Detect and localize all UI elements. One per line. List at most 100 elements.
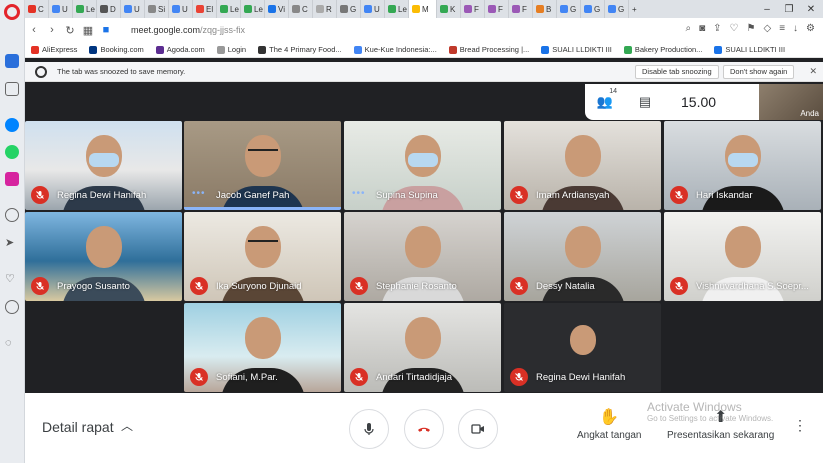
browser-tab[interactable]: U [361, 0, 385, 18]
participant-tile[interactable]: ••• Supina Supina [344, 121, 501, 210]
active-speaker-border [184, 207, 341, 210]
browser-tab[interactable]: K [437, 0, 461, 18]
bookmark-favicon-icon [216, 45, 225, 54]
send-icon[interactable]: ➤ [5, 236, 19, 250]
history-icon[interactable] [5, 300, 19, 314]
new-tab-button[interactable]: + [629, 0, 653, 18]
meeting-details-label[interactable]: Detail rapat [42, 419, 114, 435]
speed-dial-icon[interactable]: ▦ [79, 24, 97, 37]
bookmark-item[interactable]: Bread Processing |... [443, 45, 535, 54]
bookmark-item[interactable]: Kue-Kue Indonesia:... [348, 45, 443, 54]
participant-tile[interactable]: Hari Iskandar [664, 121, 821, 210]
more-options-icon[interactable]: ⋮ [793, 417, 807, 434]
browser-tab[interactable]: U [49, 0, 73, 18]
browser-tab[interactable]: Le [385, 0, 409, 18]
participant-video [244, 226, 281, 268]
browser-tab[interactable]: Si [145, 0, 169, 18]
download-icon[interactable]: ↓ [793, 23, 798, 34]
browser-tab[interactable]: F [509, 0, 533, 18]
messenger-icon[interactable] [5, 118, 19, 132]
raise-hand-button[interactable]: ✋ Angkat tangan [577, 407, 642, 441]
back-icon[interactable]: ‹ [25, 24, 43, 36]
browser-tab[interactable]: C [289, 0, 313, 18]
participant-tile[interactable]: Imam Ardiansyah [504, 121, 661, 210]
tab-favicon-icon [560, 5, 568, 13]
bookmark-favicon-icon [714, 45, 723, 54]
bookmark-label: AliExpress [42, 45, 78, 54]
browser-tab[interactable]: F [461, 0, 485, 18]
browser-tab[interactable]: Vi [265, 0, 289, 18]
bookmark-item[interactable]: Booking.com [83, 45, 149, 54]
home-icon[interactable] [5, 54, 19, 68]
bookmark-item[interactable]: Bakery Production... [618, 45, 709, 54]
opera-logo-icon[interactable] [4, 4, 20, 20]
participant-tile[interactable]: Andari Tirtadidjaja [344, 303, 501, 392]
browser-tab[interactable]: G [581, 0, 605, 18]
forward-icon[interactable]: › [43, 24, 61, 36]
participant-tile[interactable]: Regina Dewi Hanifah [25, 121, 182, 210]
browser-tab[interactable]: D [97, 0, 121, 18]
vpn-icon[interactable]: ⚑ [747, 23, 756, 34]
instagram-icon[interactable] [5, 172, 19, 186]
tab-favicon-icon [412, 5, 420, 13]
share-icon[interactable]: ⇪ [713, 23, 721, 34]
browser-tab[interactable]: Le [241, 0, 265, 18]
participant-tile[interactable]: Dessy Natalia [504, 212, 661, 301]
snapshot-icon[interactable]: ◙ [699, 23, 705, 34]
self-label: Anda [800, 109, 819, 118]
bookmark-item[interactable]: The 4 Primary Food... [252, 45, 348, 54]
participant-tile[interactable]: Vishnuvardhana S.Soepr... [664, 212, 821, 301]
player-icon[interactable] [5, 208, 19, 222]
dont-show-again-button[interactable]: Don't show again [723, 65, 795, 79]
disable-snoozing-button[interactable]: Disable tab snoozing [635, 65, 719, 79]
browser-tab[interactable]: U [169, 0, 193, 18]
heart-icon[interactable]: ♡ [730, 23, 739, 34]
browser-tab[interactable]: B [533, 0, 557, 18]
bookmark-item[interactable]: Login [211, 45, 252, 54]
close-icon[interactable]: ✕ [809, 66, 817, 77]
bookmark-item[interactable]: Agoda.com [150, 45, 211, 54]
bookmark-item[interactable]: SUALI LLDIKTI III [708, 45, 791, 54]
participant-tile[interactable]: Regina Dewi Hanifah [504, 303, 661, 392]
heart-icon[interactable]: ♡ [5, 272, 19, 286]
browser-tab[interactable]: Le [217, 0, 241, 18]
cube-icon[interactable]: ◇ [763, 23, 771, 34]
participant-tile[interactable]: Ika Suryono Djunaid [184, 212, 341, 301]
close-icon[interactable]: ✕ [800, 0, 822, 18]
search-icon[interactable]: ⌕ [686, 23, 692, 34]
browser-tab[interactable]: G [557, 0, 581, 18]
participant-tile[interactable]: ••• Jacob Ganef Pah [184, 121, 341, 210]
chat-icon[interactable]: ▤ [625, 94, 665, 110]
settings-icon[interactable]: ⚙ [806, 23, 815, 34]
participant-name: Jacob Ganef Pah [216, 190, 290, 201]
reload-icon[interactable]: ↻ [61, 24, 79, 37]
browser-tab[interactable]: C [25, 0, 49, 18]
whatsapp-icon[interactable] [5, 145, 19, 159]
bookmark-item[interactable]: AliExpress [25, 45, 83, 54]
participant-tile[interactable]: Sofiani, M.Par. [184, 303, 341, 392]
browser-tab[interactable]: Le [73, 0, 97, 18]
people-icon[interactable]: 👥 14 [585, 88, 625, 110]
participant-video [404, 226, 441, 268]
maximize-icon[interactable]: ❐ [778, 0, 800, 18]
browser-tab[interactable]: G [337, 0, 361, 18]
participant-tile[interactable]: Stephanie Rosanto [344, 212, 501, 301]
browser-tab[interactable]: F [485, 0, 509, 18]
browser-tab[interactable]: R [313, 0, 337, 18]
browser-tab[interactable]: U [121, 0, 145, 18]
browser-tab[interactable]: G [605, 0, 629, 18]
bookmark-item[interactable]: SUALI LLDIKTI III [535, 45, 618, 54]
camera-button[interactable] [458, 409, 498, 449]
participant-name: Regina Dewi Hanifah [57, 190, 147, 201]
url-field[interactable]: meet.google.com/zqg-jjss-fix [131, 25, 245, 35]
browser-tab[interactable]: M [409, 0, 437, 18]
microphone-button[interactable] [349, 409, 389, 449]
bulb-icon[interactable]: ◌ [5, 336, 19, 350]
star-icon[interactable] [5, 82, 19, 96]
chevron-up-icon[interactable]: ︿ [121, 417, 133, 434]
menu-icon[interactable]: ≡ [779, 23, 785, 34]
browser-tab[interactable]: El [193, 0, 217, 18]
minimize-icon[interactable]: – [756, 0, 778, 18]
participant-tile[interactable]: Prayogo Susanto [25, 212, 182, 301]
leave-call-button[interactable] [404, 409, 444, 449]
